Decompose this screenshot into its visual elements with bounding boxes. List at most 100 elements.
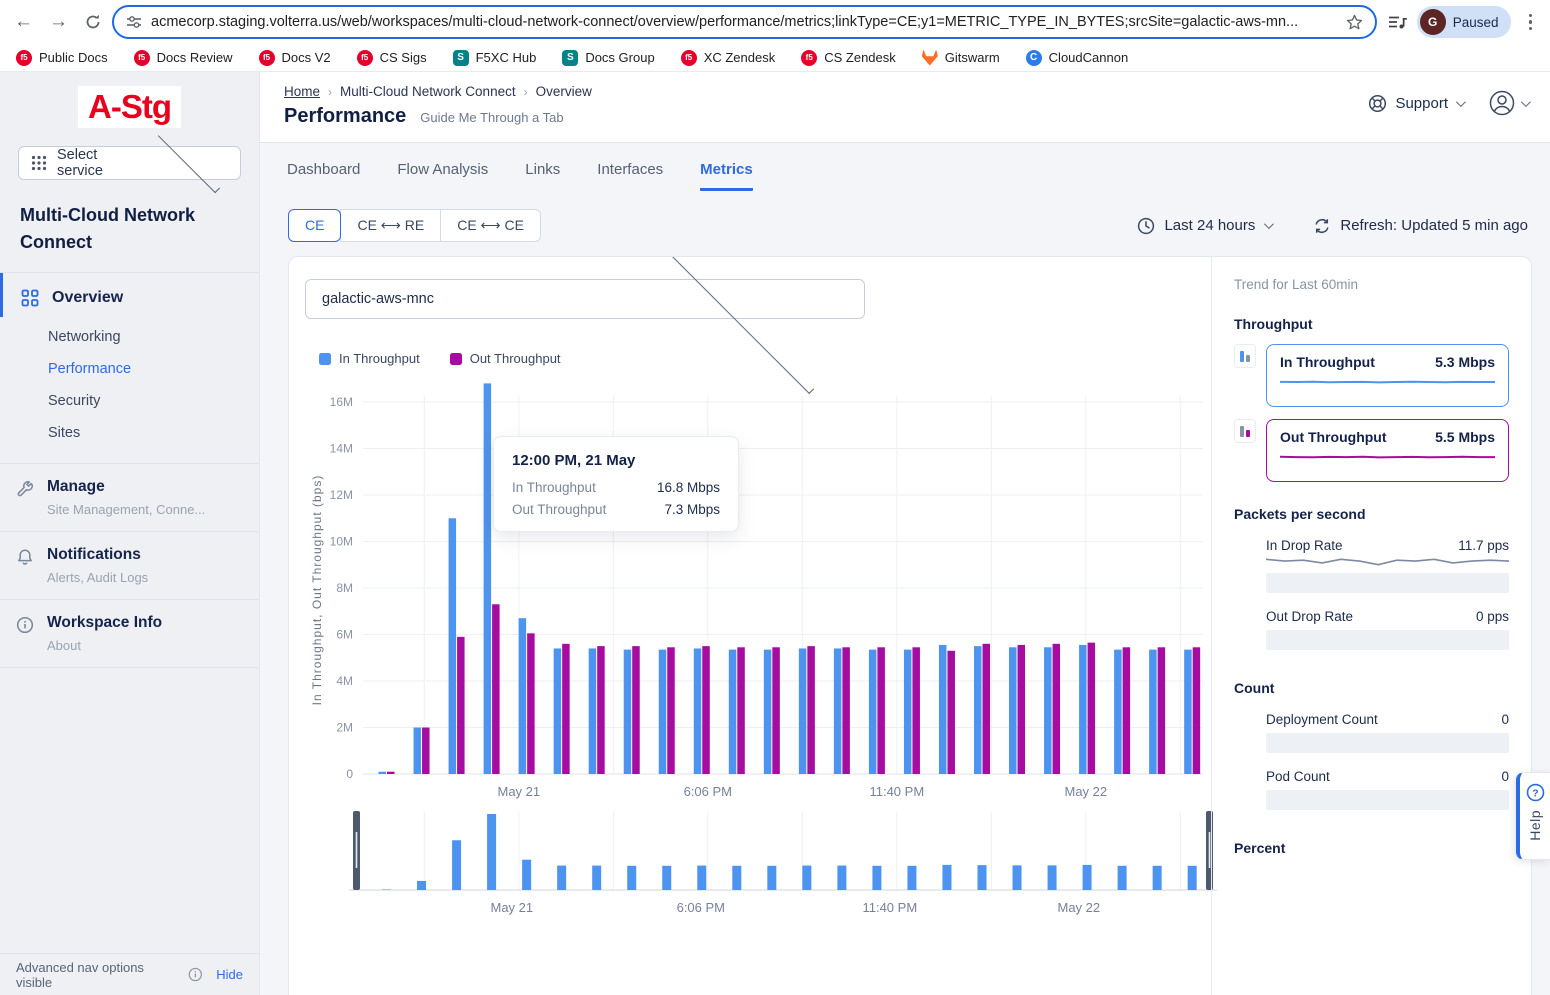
time-range-selector[interactable]: Last 24 hours [1137, 217, 1271, 235]
chart-brush[interactable]: May 216:06 PM11:40 PMMay 22 [305, 806, 1217, 918]
select-service-dropdown[interactable]: Select service [18, 146, 241, 180]
stat-value: 11.7 pps [1458, 538, 1509, 553]
sidebar-section-notifications[interactable]: NotificationsAlerts, Audit Logs [0, 531, 259, 599]
stat-in-drop-rate: In Drop Rate11.7 pps [1266, 538, 1509, 593]
tooltip-label: Out Throughput [512, 502, 606, 517]
sidebar-item-overview[interactable]: Overview [0, 273, 259, 317]
sidebar-item-networking[interactable]: Networking [0, 321, 259, 353]
tab-dashboard[interactable]: Dashboard [287, 161, 360, 191]
page-title: Performance [284, 105, 406, 128]
bookmark-label: Docs V2 [282, 50, 331, 65]
sidebar-item-performance[interactable]: Performance [0, 353, 259, 385]
breadcrumb: Home›Multi-Cloud Network Connect›Overvie… [284, 84, 1530, 99]
link-type-segments: CECE ⟷ RECE ⟷ CE [288, 209, 541, 242]
bookmark-label: Gitswarm [945, 50, 1000, 65]
forward-button[interactable]: → [49, 11, 68, 33]
legend-swatch [319, 353, 331, 365]
f5-icon: f5 [259, 50, 275, 66]
stat-pod-count: Pod Count0 [1266, 769, 1509, 810]
chevron-down-icon [158, 130, 220, 192]
browser-chrome: ← → acmecorp.staging.volterra.us/web/wor… [0, 0, 1550, 72]
stat-label: Out Drop Rate [1266, 609, 1353, 624]
sidebar-section-manage[interactable]: ManageSite Management, Conne... [0, 463, 259, 531]
tooltip-label: In Throughput [512, 480, 596, 495]
tab-interfaces[interactable]: Interfaces [597, 161, 663, 191]
info-icon [16, 616, 34, 653]
bookmark-item[interactable]: f5 Docs V2 [259, 50, 331, 66]
sidebar-item-security[interactable]: Security [0, 385, 259, 417]
sidebar-section-workspace-info[interactable]: Workspace InfoAbout [0, 599, 259, 667]
stat-out-drop-rate: Out Drop Rate0 pps [1266, 609, 1509, 650]
tab-flow-analysis[interactable]: Flow Analysis [397, 161, 488, 191]
back-button[interactable]: ← [14, 11, 33, 33]
legend-swatch [450, 353, 462, 365]
url-text: acmecorp.staging.volterra.us/web/workspa… [151, 14, 1337, 30]
svg-text:?: ? [1532, 788, 1538, 799]
site-info-icon[interactable] [126, 14, 142, 30]
bookmark-label: Docs Group [585, 50, 654, 65]
site-select-dropdown[interactable]: galactic-aws-mnc [305, 279, 865, 319]
section-heading-throughput: Throughput [1234, 316, 1509, 332]
tab-links[interactable]: Links [525, 161, 560, 191]
legend-item[interactable]: In Throughput [319, 351, 420, 366]
bookmark-item[interactable]: f5XC Zendesk [681, 50, 776, 66]
tab-bar: Dashboard Flow Analysis Links Interfaces Met… [260, 143, 1550, 191]
svg-text:6M: 6M [336, 628, 353, 642]
trend-panel-title: Trend for Last 60min [1234, 277, 1509, 292]
cloudcannon-icon: C [1026, 50, 1042, 66]
browser-menu-icon[interactable] [1521, 14, 1541, 31]
tenant-logo[interactable]: A-Stg [78, 86, 181, 128]
legend-item[interactable]: Out Throughput [450, 351, 561, 366]
trend-card-out-throughput[interactable]: Out Throughput5.5 Mbps [1266, 419, 1509, 482]
bookmark-item[interactable]: f5CS Sigs [357, 50, 427, 66]
chevron-down-icon [1456, 97, 1466, 107]
bookmark-item[interactable]: f5Docs Review [134, 50, 233, 66]
bookmark-item[interactable]: f5Public Docs [16, 50, 108, 66]
page-header: Home›Multi-Cloud Network Connect›Overvie… [260, 72, 1550, 142]
user-menu[interactable] [1489, 90, 1528, 116]
reload-icon[interactable] [84, 13, 102, 31]
bookmark-label: CS Sigs [380, 50, 427, 65]
url-bar[interactable]: acmecorp.staging.volterra.us/web/workspa… [112, 5, 1377, 39]
bookmark-item[interactable]: SF5XC Hub [453, 50, 537, 66]
svg-text:6:06 PM: 6:06 PM [684, 784, 732, 799]
support-menu[interactable]: Support [1368, 94, 1463, 113]
segment-ce[interactable]: CE [288, 209, 341, 242]
stat-band [1266, 733, 1509, 753]
breadcrumb-item[interactable]: Home [284, 84, 320, 99]
segment-ce-re[interactable]: CE ⟷ RE [340, 209, 441, 242]
bookmark-star-icon[interactable] [1346, 14, 1363, 31]
sidebar-item-sites[interactable]: Sites [0, 417, 259, 449]
hide-advanced-nav-link[interactable]: Hide [216, 967, 243, 982]
media-controls-icon[interactable] [1387, 13, 1407, 31]
help-label: Help [1527, 810, 1543, 841]
guide-me-link[interactable]: Guide Me Through a Tab [420, 110, 563, 125]
segment-ce-ce[interactable]: CE ⟷ CE [440, 209, 541, 242]
bookmark-item[interactable]: Gitswarm [922, 50, 1000, 66]
support-icon [1368, 94, 1387, 113]
bar-chart-icon [1234, 344, 1256, 368]
chart-legend: In Throughput Out Throughput [319, 351, 1205, 366]
bar-chart-icon [1234, 419, 1256, 443]
sharepoint-icon: S [562, 50, 578, 66]
help-tab[interactable]: ? Help [1516, 772, 1550, 860]
support-label: Support [1395, 95, 1448, 112]
advanced-nav-text: Advanced nav options visible [16, 960, 180, 990]
trend-card-in-throughput[interactable]: In Throughput 5.3 Mbps [1266, 344, 1509, 407]
refresh-control[interactable]: Refresh: Updated 5 min ago [1313, 217, 1528, 235]
bookmark-item[interactable]: f5CS Zendesk [801, 50, 896, 66]
tab-metrics[interactable]: Metrics [700, 161, 753, 191]
profile-pill[interactable]: G Paused [1417, 6, 1511, 38]
svg-text:0: 0 [346, 767, 353, 781]
throughput-chart[interactable]: 02M4M6M8M10M12M14M16MMay 216:06 PM11:40 … [305, 374, 1205, 806]
svg-text:11:40 PM: 11:40 PM [869, 784, 924, 799]
trend-card-label: In Throughput [1280, 354, 1375, 370]
breadcrumb-item[interactable]: Multi-Cloud Network Connect [340, 84, 516, 99]
svg-text:4M: 4M [336, 674, 353, 688]
url-row: ← → acmecorp.staging.volterra.us/web/wor… [0, 0, 1550, 44]
breadcrumb-separator: › [524, 85, 528, 99]
bookmark-item[interactable]: S Docs Group [562, 50, 654, 66]
gitlab-icon [922, 50, 938, 66]
trend-card-value: 5.3 Mbps [1435, 354, 1495, 370]
bookmark-item[interactable]: CCloudCannon [1026, 50, 1129, 66]
